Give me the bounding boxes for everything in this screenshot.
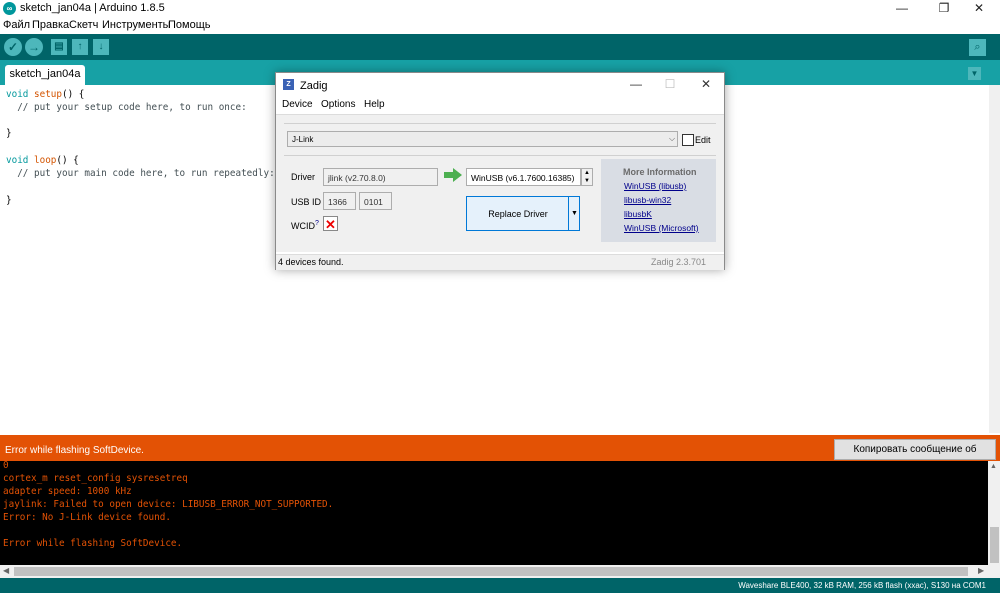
menu-sketch[interactable]: Скетч xyxy=(69,19,98,31)
minimize-button[interactable]: — xyxy=(885,0,919,18)
tab-sketch[interactable]: sketch_jan04a xyxy=(5,65,85,85)
zadig-menu-device[interactable]: Device xyxy=(282,99,313,110)
window-title: sketch_jan04a | Arduino 1.8.5 xyxy=(20,2,165,14)
code-line: void setup() { xyxy=(6,89,85,100)
scroll-right-icon[interactable]: ▶ xyxy=(978,566,984,575)
menu-tools[interactable]: Инструменты xyxy=(102,19,171,31)
console-line: Error: No J-Link device found. xyxy=(3,512,171,523)
console-line: jaylink: Failed to open device: LIBUSB_E… xyxy=(3,499,334,510)
maximize-button[interactable]: ❐ xyxy=(927,0,961,18)
error-message: Error while flashing SoftDevice. xyxy=(5,445,144,456)
driver-label: Driver xyxy=(291,172,315,182)
code-line: void loop() { xyxy=(6,155,79,166)
toolbar xyxy=(0,34,1000,60)
edit-label: Edit xyxy=(695,135,711,145)
replace-driver-button[interactable]: Replace Driver xyxy=(466,196,580,231)
current-driver-field: jlink (v2.70.8.0) xyxy=(323,168,438,186)
driver-spinner[interactable]: ▲ ▼ xyxy=(581,168,593,186)
save-icon[interactable]: ↓ xyxy=(93,39,109,55)
console-line: adapter speed: 1000 kHz xyxy=(3,486,132,497)
code-line: // put your setup code here, to run once… xyxy=(6,102,247,113)
arrow-right-icon xyxy=(444,168,462,182)
scroll-left-icon[interactable]: ◀ xyxy=(3,566,9,575)
menu-help[interactable]: Помощь xyxy=(168,19,211,31)
zadig-maximize-button[interactable]: ☐ xyxy=(657,76,683,92)
replace-driver-dropdown-icon[interactable]: ▼ xyxy=(568,197,580,230)
device-select[interactable]: J-Link xyxy=(287,131,678,147)
open-icon[interactable]: ↑ xyxy=(72,39,88,55)
board-status: Waveshare BLE400, 32 kB RAM, 256 kB flas… xyxy=(738,581,986,590)
chevron-down-icon[interactable]: ⌵ xyxy=(669,134,675,144)
zadig-status-text: 4 devices found. xyxy=(278,257,344,267)
console-vertical-thumb[interactable] xyxy=(990,527,999,563)
link-winusb-microsoft[interactable]: WinUSB (Microsoft) xyxy=(624,223,699,233)
target-driver-field[interactable]: WinUSB (v6.1.7600.16385) xyxy=(466,168,581,186)
arduino-logo-icon: ∞ xyxy=(3,2,16,15)
console-line: 0 xyxy=(3,460,9,471)
menu-edit[interactable]: Правка xyxy=(32,19,69,31)
new-icon[interactable]: ▤ xyxy=(51,39,67,55)
close-button[interactable]: ✕ xyxy=(962,0,996,18)
zadig-close-button[interactable]: ✕ xyxy=(693,76,719,92)
tab-menu-icon[interactable]: ▼ xyxy=(968,67,981,80)
code-line: } xyxy=(6,128,12,139)
link-winusb-libusb[interactable]: WinUSB (libusb) xyxy=(624,181,686,191)
zadig-minimize-button[interactable]: — xyxy=(623,76,649,92)
more-info-title: More Information xyxy=(623,167,697,177)
zadig-menu-options[interactable]: Options xyxy=(321,99,355,110)
usb-vid-field: 1366 xyxy=(323,192,356,210)
usb-pid-field: 0101 xyxy=(359,192,392,210)
verify-icon[interactable]: ✓ xyxy=(4,38,22,56)
link-libusbk[interactable]: libusbK xyxy=(624,209,652,219)
editor-scrollbar[interactable] xyxy=(989,85,1000,433)
usb-id-label: USB ID xyxy=(291,197,322,207)
wcid-status-icon: ✕ xyxy=(323,216,338,232)
console-line: cortex_m reset_config sysresetreq xyxy=(3,473,188,484)
console-horizontal-thumb[interactable] xyxy=(14,567,968,576)
wcid-label: WCID? xyxy=(291,220,319,231)
divider xyxy=(284,123,716,124)
zadig-version: Zadig 2.3.701 xyxy=(650,257,706,267)
console-line: Error while flashing SoftDevice. xyxy=(3,538,183,549)
zadig-logo-icon: Z xyxy=(283,79,294,90)
scroll-up-icon[interactable]: ▲ xyxy=(990,463,997,470)
zadig-dialog: Z Zadig — ☐ ✕ Device Options Help J-Link… xyxy=(275,72,725,270)
code-line: // put your main code here, to run repea… xyxy=(6,168,275,179)
copy-error-button[interactable]: Копировать сообщение об ошибке xyxy=(834,439,996,474)
zadig-title: Zadig xyxy=(300,80,328,92)
code-line: } xyxy=(6,195,12,206)
serial-monitor-icon[interactable]: ⌕ xyxy=(969,39,986,56)
link-libusb-win32[interactable]: libusb-win32 xyxy=(624,195,671,205)
edit-checkbox[interactable] xyxy=(682,134,694,146)
divider xyxy=(284,155,716,156)
menu-file[interactable]: Файл xyxy=(3,19,30,31)
upload-icon[interactable]: → xyxy=(25,38,43,56)
zadig-menu-help[interactable]: Help xyxy=(364,99,385,110)
